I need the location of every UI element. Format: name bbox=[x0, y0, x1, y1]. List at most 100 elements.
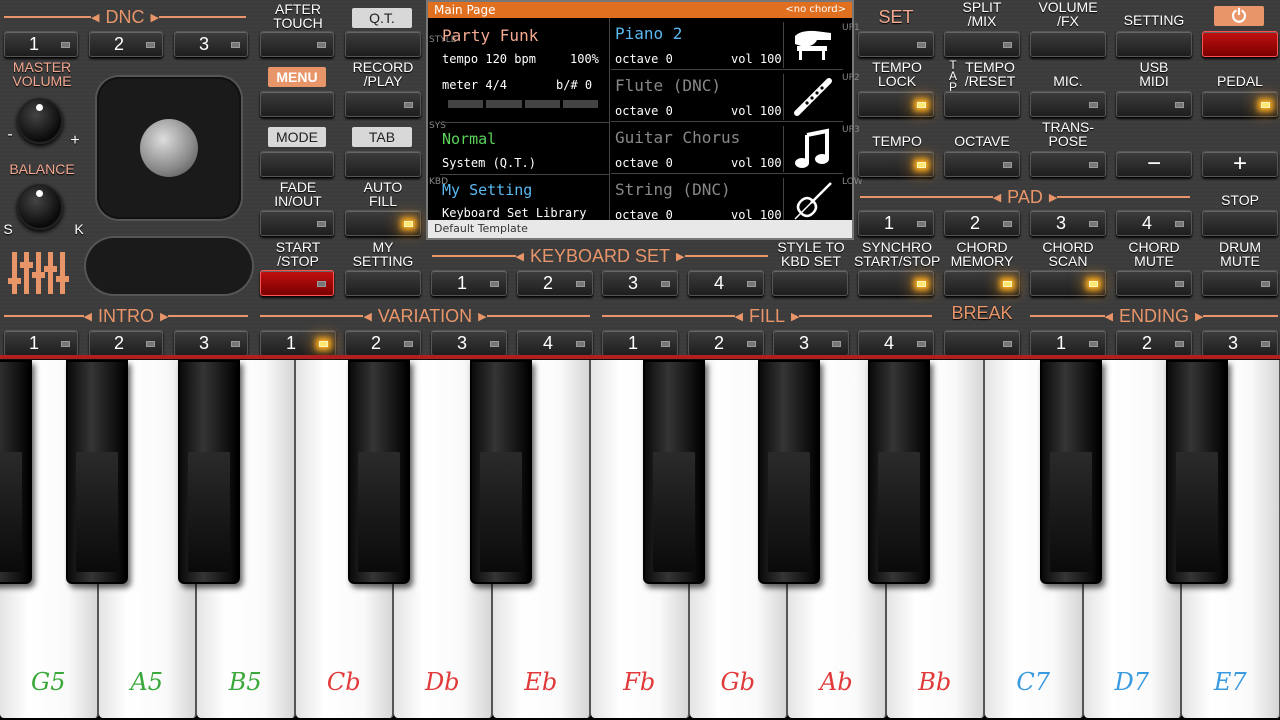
transpose-label: TRANS- POSE bbox=[1041, 119, 1095, 149]
pad-button-1[interactable]: 1 bbox=[858, 210, 934, 236]
variation-button-3[interactable]: 3 bbox=[431, 330, 507, 356]
black-key-8[interactable] bbox=[868, 360, 930, 584]
led-indicator bbox=[1261, 281, 1270, 287]
led-indicator bbox=[747, 341, 756, 347]
setting-button[interactable] bbox=[1116, 31, 1192, 57]
joystick-ball[interactable] bbox=[140, 119, 198, 177]
variation-button-2[interactable]: 2 bbox=[345, 330, 421, 356]
keyboard-set-button-3[interactable]: 3 bbox=[602, 270, 678, 296]
usb-midi-button[interactable] bbox=[1116, 91, 1192, 117]
dnc-button-2[interactable]: 2 bbox=[89, 31, 163, 57]
part-row-3[interactable]: Guitar Chorus octave 0 vol 100 bbox=[611, 122, 843, 174]
dnc-button-1[interactable]: 1 bbox=[4, 31, 78, 57]
key-note-label: Gb bbox=[720, 668, 756, 696]
led-indicator bbox=[146, 341, 155, 347]
led-indicator bbox=[1261, 341, 1270, 347]
ending-button-2[interactable]: 2 bbox=[1116, 330, 1192, 356]
octave-label: OCTAVE bbox=[954, 133, 1010, 149]
fill-button-1-label: 1 bbox=[627, 333, 638, 353]
black-key-6[interactable] bbox=[643, 360, 705, 584]
my-setting-button[interactable] bbox=[345, 270, 421, 296]
pad-button-3[interactable]: 3 bbox=[1030, 210, 1106, 236]
pedal-button[interactable] bbox=[1202, 91, 1278, 117]
black-key-9[interactable] bbox=[1040, 360, 1102, 584]
chord-memory-button[interactable] bbox=[944, 270, 1020, 296]
led-indicator-on bbox=[1089, 281, 1098, 287]
dnc-button-3[interactable]: 3 bbox=[174, 31, 248, 57]
master-volume-knob[interactable] bbox=[17, 98, 63, 144]
mode-tag: MODE bbox=[268, 127, 326, 147]
fill-button-1[interactable]: 1 bbox=[602, 330, 678, 356]
variation-button-4[interactable]: 4 bbox=[517, 330, 593, 356]
intro-button-2[interactable]: 2 bbox=[89, 330, 163, 356]
set-button[interactable] bbox=[858, 31, 934, 57]
black-key-4[interactable] bbox=[348, 360, 410, 584]
break-button[interactable] bbox=[944, 330, 1020, 356]
keyboard-set-button-1[interactable]: 1 bbox=[431, 270, 507, 296]
led-indicator bbox=[917, 42, 926, 48]
ending-button-3[interactable]: 3 bbox=[1202, 330, 1278, 356]
black-key-2[interactable] bbox=[66, 360, 128, 584]
part-volume: vol 100 bbox=[731, 156, 782, 170]
black-key-1[interactable] bbox=[0, 360, 32, 584]
tab-button[interactable] bbox=[345, 151, 421, 177]
key-note-label: Db bbox=[424, 668, 460, 696]
tempo-lock-button[interactable] bbox=[858, 91, 934, 117]
intro-button-3-label: 3 bbox=[198, 333, 209, 353]
mixer-icon[interactable] bbox=[6, 248, 74, 298]
part-row-4[interactable]: String (DNC) octave 0 vol 100 bbox=[611, 174, 843, 226]
mode-button[interactable] bbox=[260, 151, 334, 177]
joystick-pad[interactable] bbox=[97, 77, 241, 219]
black-key-3[interactable] bbox=[178, 360, 240, 584]
menu-button[interactable] bbox=[260, 91, 334, 117]
pad-stop-button[interactable] bbox=[1202, 210, 1278, 236]
part-row-1[interactable]: Piano 2 octave 0 vol 100 bbox=[611, 18, 843, 70]
led-indicator bbox=[317, 221, 326, 227]
fill-button-4[interactable]: 4 bbox=[858, 330, 934, 356]
synchro-button[interactable] bbox=[858, 270, 934, 296]
keyboard-set-button-4[interactable]: 4 bbox=[688, 270, 764, 296]
intro-button-1[interactable]: 1 bbox=[4, 330, 78, 356]
chord-mute-button[interactable] bbox=[1116, 270, 1192, 296]
mic-button[interactable] bbox=[1030, 91, 1106, 117]
minus-button[interactable]: − bbox=[1116, 150, 1192, 177]
power-button[interactable] bbox=[1202, 31, 1278, 57]
pad-button-2[interactable]: 2 bbox=[944, 210, 1020, 236]
ending-button-1[interactable]: 1 bbox=[1030, 330, 1106, 356]
main-display[interactable]: Main Page <no chord> STYLE SYS KBD Party … bbox=[426, 0, 863, 240]
style-to-kbd-label: STYLE TO KBD SET bbox=[777, 239, 845, 269]
octave-button[interactable] bbox=[944, 151, 1020, 177]
black-key-10[interactable] bbox=[1166, 360, 1228, 584]
auto-fill-button[interactable] bbox=[345, 210, 421, 236]
tempo-button[interactable] bbox=[858, 151, 934, 177]
plus-button[interactable]: + bbox=[1202, 150, 1278, 177]
led-indicator bbox=[832, 341, 841, 347]
drum-mute-button[interactable] bbox=[1202, 270, 1278, 296]
qt-tag: Q.T. bbox=[352, 8, 412, 28]
tempo-reset-button[interactable] bbox=[944, 91, 1020, 117]
black-key-7[interactable] bbox=[758, 360, 820, 584]
record-play-button[interactable] bbox=[345, 91, 421, 117]
fade-in-out-button[interactable] bbox=[260, 210, 334, 236]
led-indicator bbox=[231, 341, 240, 347]
keyboard-set-button-2[interactable]: 2 bbox=[517, 270, 593, 296]
qt-button[interactable] bbox=[345, 31, 421, 57]
start-stop-label: START /STOP bbox=[275, 239, 321, 269]
fill-button-2[interactable]: 2 bbox=[688, 330, 764, 356]
start-stop-button[interactable] bbox=[260, 270, 334, 296]
balance-knob[interactable] bbox=[17, 184, 63, 230]
intro-button-3[interactable]: 3 bbox=[174, 330, 248, 356]
transpose-button[interactable] bbox=[1030, 151, 1106, 177]
part-row-2[interactable]: Flute (DNC) octave 0 vol 100 bbox=[611, 70, 843, 122]
chord-scan-button[interactable] bbox=[1030, 270, 1106, 296]
after-touch-button[interactable] bbox=[260, 31, 334, 57]
style-to-kbd-button[interactable] bbox=[772, 270, 848, 296]
pad-button-4[interactable]: 4 bbox=[1116, 210, 1192, 236]
touch-pad[interactable] bbox=[86, 238, 252, 294]
fill-button-3[interactable]: 3 bbox=[773, 330, 849, 356]
black-key-5[interactable] bbox=[470, 360, 532, 584]
split-mix-button[interactable] bbox=[944, 31, 1020, 57]
volume-fx-button[interactable] bbox=[1030, 31, 1106, 57]
piano-keyboard[interactable]: G5 A5 B5 Cb Db Eb Fb Gb Ab Bb C7 D7 E7 bbox=[0, 360, 1280, 720]
variation-button-1[interactable]: 1 bbox=[260, 330, 336, 356]
